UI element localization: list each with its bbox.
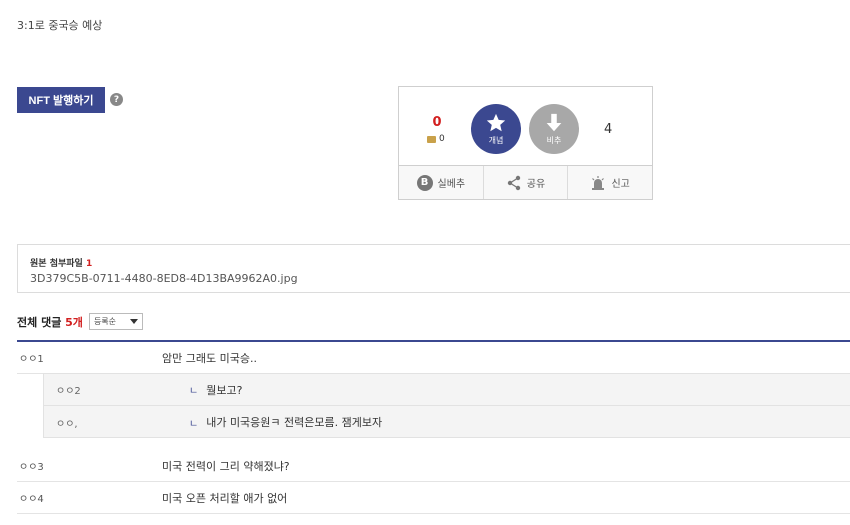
reply-content: 뭘보고? [206,383,243,397]
comment-header: 전체 댓글 5개 등록순 [17,313,143,330]
share-icon [507,175,520,190]
downvote-count: 4 [604,122,613,137]
downvote-label: 비추 [546,136,562,145]
fixed-upvote-count-value: 0 [439,134,445,144]
report-button[interactable]: 신고 [568,166,653,199]
comment-sort-select[interactable]: 등록순 [88,313,143,330]
reply-row: ㅇㅇ2 ㄴ 뭘보고? [44,374,850,406]
post-body-text: 3:1로 중국승 예상 [17,19,103,32]
comment-count: 5개 [65,315,83,329]
nft-issue-button[interactable]: NFT 발행하기 [17,87,105,113]
comment-sort-value: 등록순 [93,317,117,326]
help-icon[interactable]: ? [110,93,123,106]
attachment-file-link[interactable]: 3D379C5B-0711-4480-8ED8-4D13BA9962A0.jpg [30,272,845,285]
report-label: 신고 [611,179,630,190]
reply-author[interactable]: ㅇㅇ, [44,415,189,430]
attachment-title: 원본 첨부파일 1 [30,256,845,269]
best-recommend-button[interactable]: B 실베추 [399,166,484,199]
downvote-button[interactable]: 비추 [529,104,579,154]
comment-row: ㅇㅇ1 암만 그래도 미국승.. [17,342,850,374]
share-label: 공유 [526,179,546,190]
b-badge-icon: B [416,174,433,191]
reply-block: ㅇㅇ2 ㄴ 뭘보고? ㅇㅇ, ㄴ 내가 미국응원ㅋ 전력은모름. 잼게보자 [43,373,850,438]
comment-content: 미국 전력이 그리 약해졌냐? [162,459,290,473]
attachment-count: 1 [85,259,93,269]
comment-row: ㅇㅇ3 미국 전력이 그리 약해졌냐? [17,450,850,482]
share-button[interactable]: 공유 [483,166,569,199]
fixed-upvote-count: 0 [427,134,445,144]
upvote-label: 개념 [488,136,504,145]
siren-icon [592,175,605,190]
attachment-title-text: 원본 첨부파일 [30,259,83,269]
reply-author[interactable]: ㅇㅇ2 [44,382,189,397]
upvote-count: 0 [432,115,442,130]
comment-title-text: 전체 댓글 [17,315,62,329]
fixed-recommend-icon [427,135,436,143]
comment-title: 전체 댓글 5개 [17,314,83,330]
reply-content: 내가 미국응원ㅋ 전력은모름. 잼게보자 [206,416,383,429]
comment-content: 미국 오픈 처리할 애가 없어 [162,491,288,505]
star-icon [486,113,506,132]
comment-author[interactable]: ㅇㅇ4 [17,490,162,505]
comment-author[interactable]: ㅇㅇ3 [17,458,162,473]
reply-marker: ㄴ [189,418,199,430]
reply-row: ㅇㅇ, ㄴ 내가 미국응원ㅋ 전력은모름. 잼게보자 [44,406,850,438]
best-recommend-label: 실베추 [437,179,466,190]
upvote-button[interactable]: 개념 [471,104,521,154]
arrow-down-icon [546,113,562,132]
reply-marker: ㄴ [189,386,199,397]
comment-author[interactable]: ㅇㅇ1 [17,350,162,365]
comment-content: 암만 그래도 미국승.. [162,351,257,365]
attachment-box: 원본 첨부파일 1 3D379C5B-0711-4480-8ED8-4D13BA… [17,244,850,293]
chevron-down-icon [129,319,138,324]
comment-row: ㅇㅇ4 미국 오픈 처리할 애가 없어 [17,482,850,514]
vote-box: 0 0 개념 비추 4 B 실베추 공유 신고 [398,86,653,200]
